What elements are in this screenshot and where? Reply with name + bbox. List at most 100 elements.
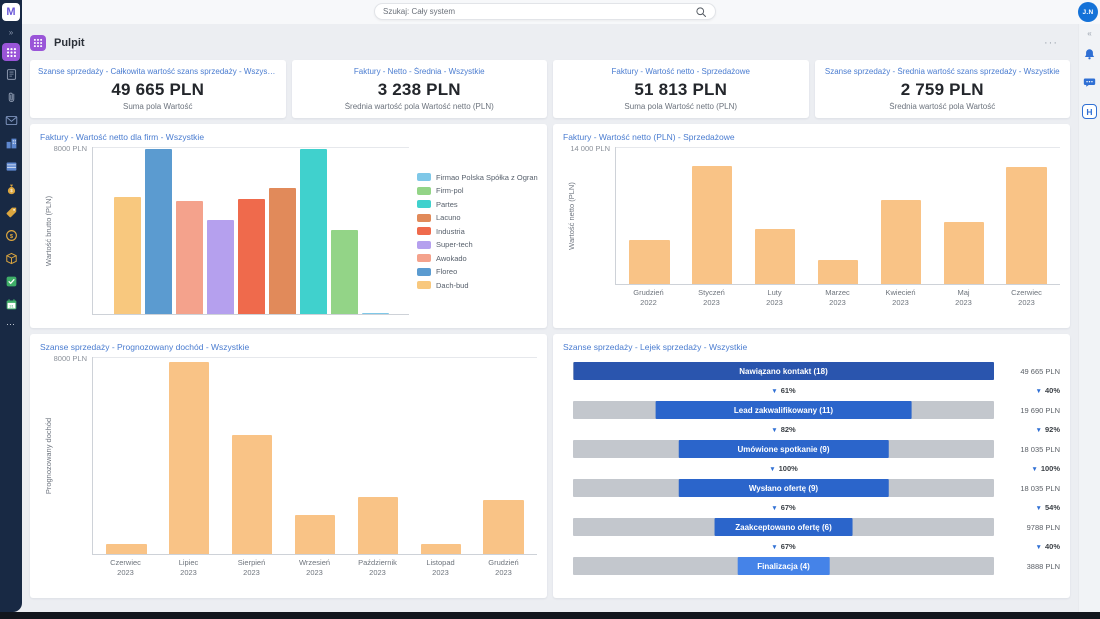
sidebar-item-products[interactable] bbox=[4, 251, 18, 265]
bar-Floreo[interactable] bbox=[145, 149, 172, 314]
funnel-bar[interactable] bbox=[678, 479, 889, 497]
sidebar-item-records-table[interactable] bbox=[4, 159, 18, 173]
kpi-value: 51 813 PLN bbox=[561, 81, 801, 98]
sidebar-item-calendar[interactable]: 31 bbox=[4, 297, 18, 311]
sidebar-item-finances[interactable]: $ bbox=[4, 182, 18, 196]
funnel-bar[interactable] bbox=[737, 557, 830, 575]
legend-item[interactable]: Super-tech bbox=[417, 240, 537, 249]
sidebar-icon-list: $ $ 31 bbox=[4, 67, 18, 311]
legend-item[interactable]: Awokado bbox=[417, 254, 537, 263]
bar-slot bbox=[681, 147, 744, 284]
topbar: J.N bbox=[22, 0, 1100, 24]
main-column: J.N Pulpit ··· Szanse sprzedaży - Całkow… bbox=[22, 0, 1100, 619]
kpi-card-average-opportunity[interactable]: Szanse sprzedaży - Średnia wartość szans… bbox=[815, 60, 1071, 118]
legend-label: Firm-pol bbox=[436, 186, 464, 195]
sidebar-item-tasks[interactable] bbox=[4, 274, 18, 288]
legend-item[interactable]: Dach-bud bbox=[417, 281, 537, 290]
chevrons-right-icon: » bbox=[9, 28, 13, 37]
bar-Dach-bud[interactable] bbox=[114, 197, 141, 314]
sidebar-item-attachments[interactable] bbox=[4, 90, 18, 104]
funnel-transition-row: ▼61%▼40% bbox=[573, 380, 1060, 401]
bar-Grudzień[interactable] bbox=[483, 500, 523, 554]
legend-label: Firmao Polska Spółka z Ogran bbox=[436, 173, 538, 182]
sidebar-more-button[interactable]: ⋯ bbox=[6, 319, 16, 330]
bar-Czerwiec[interactable] bbox=[1006, 167, 1046, 284]
firmao-logo[interactable]: M bbox=[2, 3, 20, 21]
bar-Lipiec[interactable] bbox=[169, 362, 209, 554]
bar-Lacuno[interactable] bbox=[269, 188, 296, 314]
bar-Sierpień[interactable] bbox=[232, 435, 272, 554]
bar-Grudzień[interactable] bbox=[629, 240, 669, 284]
bar-chart-companies: Wartość brutto (PLN) 8000 PLN Firmao Pol… bbox=[40, 147, 537, 315]
y-axis-top-tick: 8000 PLN bbox=[54, 144, 87, 153]
panel-title: Szanse sprzedaży - Lejek sprzedaży - Wsz… bbox=[563, 342, 1060, 352]
rail-collapse-button[interactable]: « bbox=[1087, 29, 1091, 38]
kpi-card-total-opportunities[interactable]: Szanse sprzedaży - Całkowita wartość sza… bbox=[30, 60, 286, 118]
sidebar-item-notes[interactable] bbox=[4, 67, 18, 81]
page-header: Pulpit ··· bbox=[30, 32, 1070, 54]
chat-button[interactable] bbox=[1083, 76, 1096, 94]
kpi-title: Faktury - Netto - Średnia - Wszystkie bbox=[300, 67, 540, 76]
bar-Firmao Polska Spółka z Ogran[interactable] bbox=[362, 313, 389, 314]
funnel-bar[interactable] bbox=[714, 518, 853, 536]
funnel-bar[interactable] bbox=[573, 362, 994, 380]
legend-swatch bbox=[417, 241, 431, 249]
x-tick-label: Maj2023 bbox=[932, 288, 995, 308]
bar-Luty[interactable] bbox=[755, 229, 795, 284]
legend-item[interactable]: Lacuno bbox=[417, 213, 537, 222]
notifications-button[interactable] bbox=[1083, 48, 1096, 66]
global-search-input[interactable] bbox=[383, 7, 695, 16]
legend-item[interactable]: Firmao Polska Spółka z Ogran bbox=[417, 173, 537, 182]
x-tick-label: Sierpień2023 bbox=[220, 558, 283, 578]
funnel-track: Nawiązano kontakt (18) bbox=[573, 362, 994, 380]
x-tick-label: Listopad2023 bbox=[409, 558, 472, 578]
kpi-title: Szanse sprzedaży - Całkowita wartość sza… bbox=[38, 67, 278, 76]
bar-Marzec[interactable] bbox=[818, 260, 858, 284]
bar-slot bbox=[618, 147, 681, 284]
kpi-card-invoices-net-sales[interactable]: Faktury - Wartość netto - Sprzedażowe 51… bbox=[553, 60, 809, 118]
bar-Industria[interactable] bbox=[238, 199, 265, 314]
bar-Firm-pol[interactable] bbox=[331, 230, 358, 314]
help-badge-button[interactable]: H bbox=[1082, 104, 1097, 119]
bar-Wrzesień[interactable] bbox=[295, 515, 335, 554]
sidebar-item-price-tags[interactable] bbox=[4, 205, 18, 219]
legend-label: Partes bbox=[436, 200, 458, 209]
panel-title: Szanse sprzedaży - Prognozowany dochód -… bbox=[40, 342, 537, 352]
bar-Styczeń[interactable] bbox=[692, 166, 732, 284]
user-avatar[interactable]: J.N bbox=[1078, 2, 1098, 22]
funnel-track: Zaakceptowano ofertę (6) bbox=[573, 518, 994, 536]
bar-Kwiecień[interactable] bbox=[881, 200, 921, 284]
legend-item[interactable]: Floreo bbox=[417, 267, 537, 276]
bar-Maj[interactable] bbox=[944, 222, 984, 284]
bar-Partes[interactable] bbox=[300, 149, 327, 314]
body-row: Pulpit ··· Szanse sprzedaży - Całkowita … bbox=[22, 24, 1100, 619]
dashboard-more-button[interactable]: ··· bbox=[1044, 37, 1058, 49]
sidebar-item-payments[interactable]: $ bbox=[4, 228, 18, 242]
bar-Awokado[interactable] bbox=[176, 201, 203, 314]
funnel-bar[interactable] bbox=[655, 401, 912, 419]
search-icon[interactable] bbox=[695, 6, 707, 18]
legend-item[interactable]: Firm-pol bbox=[417, 186, 537, 195]
funnel-stage-value: 18 035 PLN bbox=[994, 445, 1060, 454]
bar-Czerwiec[interactable] bbox=[106, 544, 146, 554]
down-triangle-icon: ▼ bbox=[1036, 544, 1042, 551]
sidebar-item-companies[interactable] bbox=[4, 136, 18, 150]
bar-slot bbox=[807, 147, 870, 284]
bar-Super-tech[interactable] bbox=[207, 220, 234, 314]
legend-item[interactable]: Industria bbox=[417, 227, 537, 236]
kpi-card-invoices-net-average[interactable]: Faktury - Netto - Średnia - Wszystkie 3 … bbox=[292, 60, 548, 118]
sidebar-item-dashboard[interactable] bbox=[2, 43, 20, 61]
sidebar-expand-button[interactable]: » bbox=[9, 28, 13, 37]
legend-item[interactable]: Partes bbox=[417, 200, 537, 209]
bar-Październik[interactable] bbox=[358, 497, 398, 554]
funnel-transition-row: ▼82%▼92% bbox=[573, 419, 1060, 440]
legend-swatch bbox=[417, 227, 431, 235]
funnel-bar[interactable] bbox=[678, 440, 889, 458]
sidebar-item-mail[interactable] bbox=[4, 113, 18, 127]
bar-slot bbox=[472, 357, 535, 554]
down-triangle-icon: ▼ bbox=[1036, 388, 1042, 395]
y-axis: Prognozowany dochód 8000 PLN bbox=[40, 357, 92, 555]
tag-icon bbox=[5, 206, 18, 219]
bar-Listopad[interactable] bbox=[421, 544, 461, 554]
svg-text:$: $ bbox=[9, 233, 13, 239]
